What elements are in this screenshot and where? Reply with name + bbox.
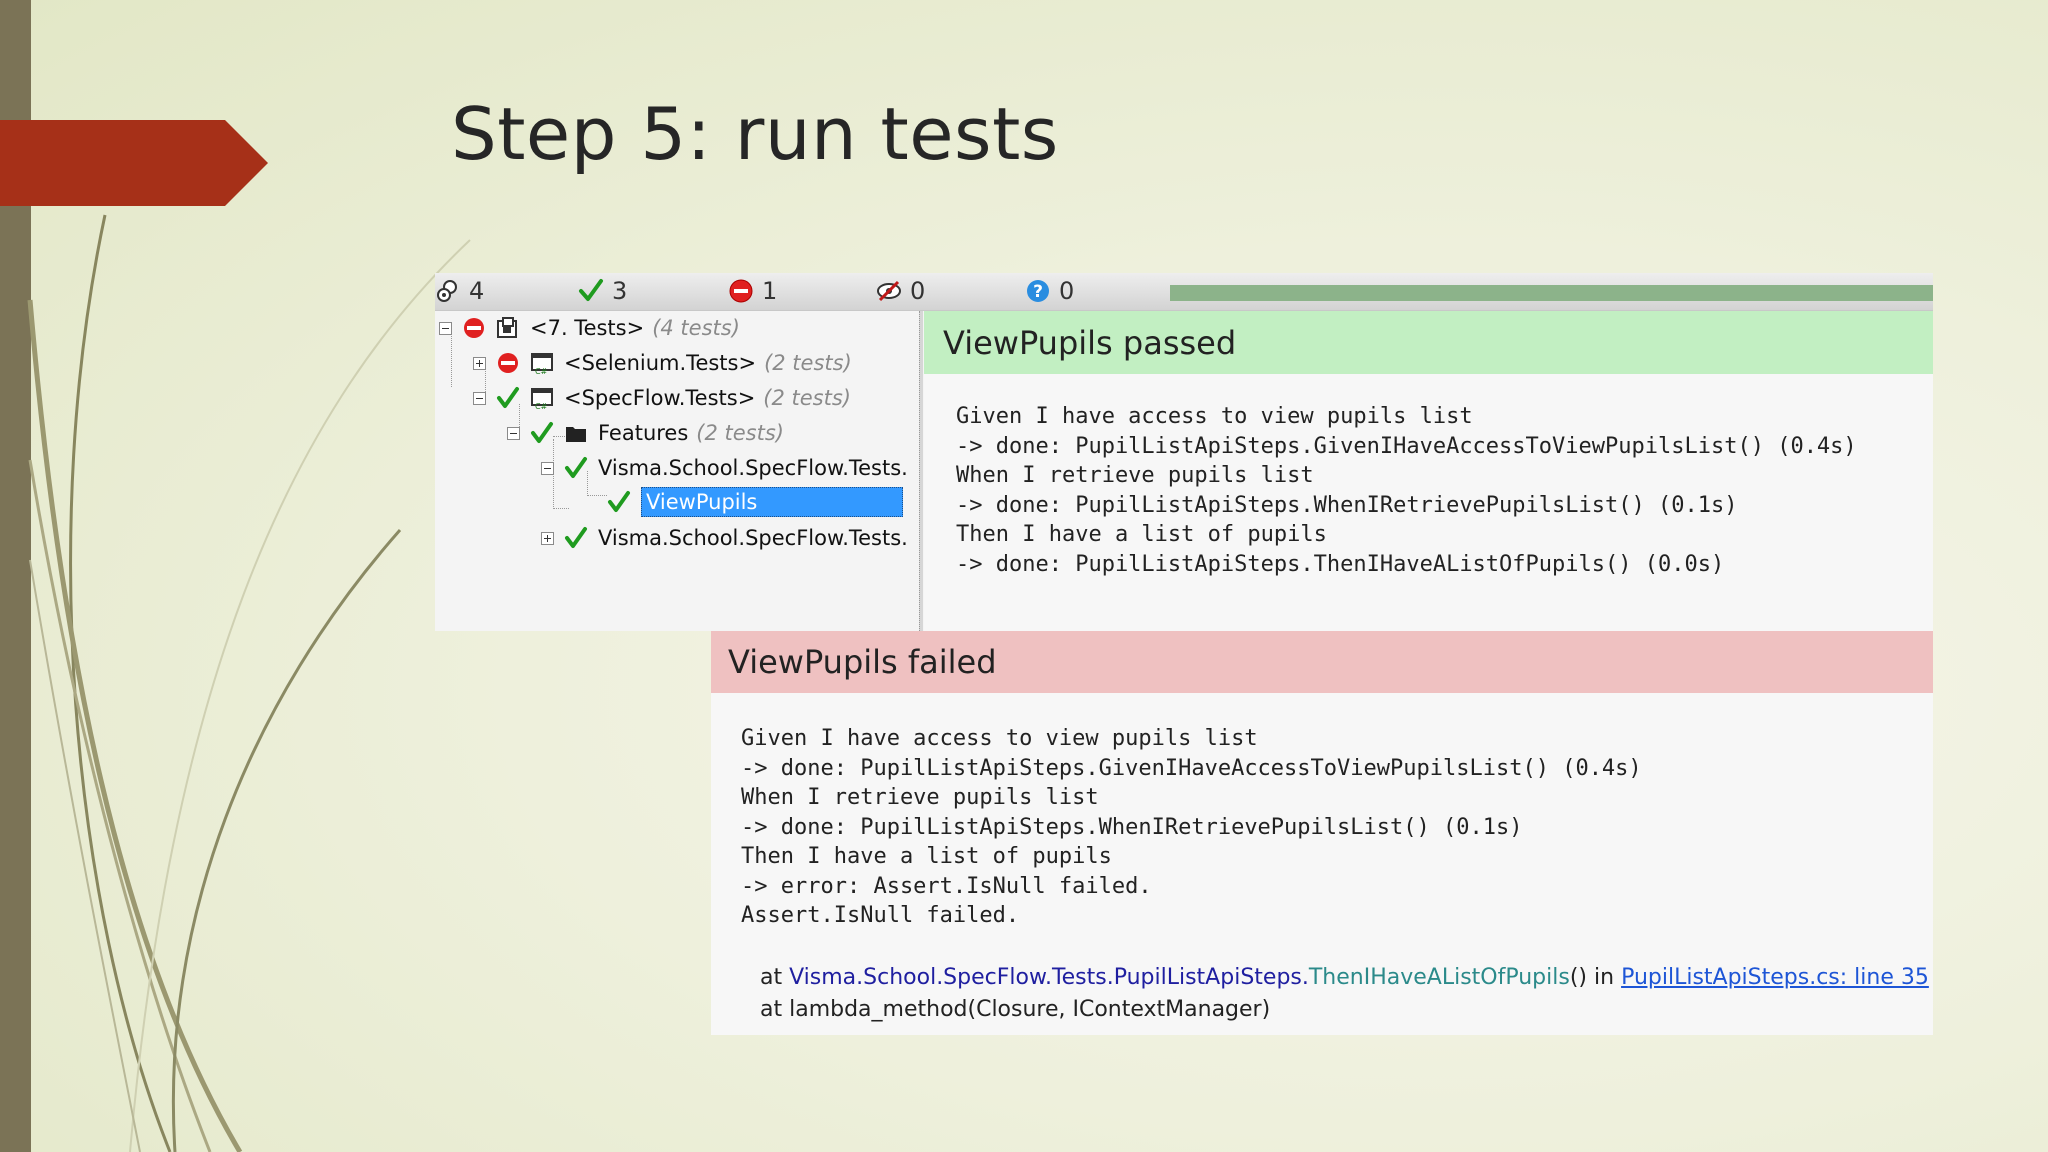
check-icon (565, 457, 587, 478)
expand-toggle-icon[interactable] (541, 531, 554, 545)
title-arrow-banner (0, 120, 268, 206)
tree-node-count: (4 tests) (652, 316, 740, 340)
passed-result-panel: ViewPupils passed Given I have access to… (924, 311, 1933, 631)
passed-step-line: -> done: PupilListApiSteps.WhenIRetrieve… (956, 492, 1738, 518)
panel-splitter[interactable] (919, 311, 923, 631)
tree-node-viewpupils[interactable]: ViewPupils (607, 487, 903, 517)
solution-icon (497, 317, 517, 338)
svg-text:C#: C# (535, 402, 548, 410)
stack-namespace: Visma.School.SpecFlow.Tests.PupilListApi… (789, 965, 1309, 990)
results-toolbar: 4 3 1 0 ? 0 (435, 273, 1933, 311)
tree-node-count: (2 tests) (696, 421, 784, 445)
failed-result-header: ViewPupils failed (711, 631, 1933, 693)
test-tree: <7. Tests> (4 tests) C# <Selenium.Tests>… (435, 311, 919, 631)
passed-tests-counter[interactable]: 3 (578, 277, 627, 305)
collapse-toggle-icon[interactable] (439, 321, 452, 335)
stack-at-prefix: at (760, 965, 790, 990)
passed-step-line: Given I have access to view pupils list (956, 404, 1473, 429)
inconclusive-tests-counter[interactable]: ? 0 (1025, 277, 1074, 305)
stack-trace-line-2: at lambda_method(Closure, IContextManage… (760, 997, 1271, 1022)
inconclusive-tests-value: 0 (1059, 277, 1075, 305)
tree-node-root[interactable]: <7. Tests> (4 tests) (439, 313, 740, 343)
tree-node-specflow-tests[interactable]: C# <SpecFlow.Tests> (2 tests) (473, 383, 851, 413)
check-icon (608, 491, 630, 512)
svg-text:C#: C# (535, 367, 548, 375)
total-tests-value: 4 (469, 277, 485, 305)
passed-step-line: -> done: PupilListApiSteps.ThenIHaveALis… (956, 551, 1725, 577)
failed-tests-counter[interactable]: 1 (728, 277, 777, 305)
tree-node-label-selected: ViewPupils (641, 487, 903, 517)
tree-node-fixture-2[interactable]: Visma.School.SpecFlow.Tests. (541, 523, 908, 553)
ignored-tests-value: 0 (910, 277, 926, 305)
stop-icon (464, 318, 484, 338)
passed-tests-value: 3 (612, 277, 628, 305)
total-tests-icon (437, 280, 457, 302)
check-icon (565, 527, 587, 548)
failed-step-line: -> done: PupilListApiSteps.GivenIHaveAcc… (741, 755, 1642, 781)
collapse-toggle-icon[interactable] (507, 426, 520, 440)
question-icon: ? (1027, 280, 1049, 302)
stack-suffix: () in (1569, 965, 1622, 990)
tree-node-fixture-1[interactable]: Visma.School.SpecFlow.Tests. (541, 453, 908, 483)
run-progress-bar (1170, 285, 1933, 301)
csharp-project-icon: C# (531, 353, 553, 375)
tree-node-features[interactable]: Features (2 tests) (507, 418, 784, 448)
failed-step-line: -> done: PupilListApiSteps.WhenIRetrieve… (741, 814, 1523, 840)
failed-step-line: Assert.IsNull failed. (741, 903, 1020, 928)
failed-result-panel: ViewPupils failed Given I have access to… (711, 631, 1933, 1035)
collapse-toggle-icon[interactable] (541, 461, 554, 475)
svg-text:?: ? (1033, 282, 1043, 302)
tree-node-count: (2 tests) (763, 386, 851, 410)
test-runner-window: 4 3 1 0 ? 0 <7. Tests> (4 tests) C# <Sel… (435, 273, 1933, 631)
passed-step-line: When I retrieve pupils list (956, 463, 1314, 488)
failed-step-line: Given I have access to view pupils list (741, 726, 1258, 751)
tree-node-selenium-tests[interactable]: C# <Selenium.Tests> (2 tests) (473, 348, 852, 378)
failed-step-line: Then I have a list of pupils (741, 844, 1112, 869)
passed-result-header: ViewPupils passed (924, 311, 1933, 374)
passed-step-line: -> done: PupilListApiSteps.GivenIHaveAcc… (956, 433, 1857, 459)
stop-icon (729, 279, 753, 303)
stop-icon (498, 353, 518, 373)
csharp-project-icon: C# (531, 388, 553, 410)
expand-toggle-icon[interactable] (473, 356, 486, 370)
failed-step-output: Given I have access to view pupils list … (741, 724, 1642, 931)
run-progress-fill (1170, 285, 1933, 301)
collapse-toggle-icon[interactable] (473, 391, 486, 405)
ignored-icon (877, 280, 901, 302)
passed-step-line: Then I have a list of pupils (956, 522, 1327, 547)
tree-node-label: <7. Tests> (530, 316, 645, 340)
tree-node-label: <Selenium.Tests> (564, 351, 757, 375)
check-icon (531, 422, 553, 443)
tree-node-label: <SpecFlow.Tests> (564, 386, 756, 410)
check-icon (579, 279, 603, 301)
folder-icon (566, 427, 586, 442)
stack-method: ThenIHaveAListOfPupils (1308, 965, 1570, 990)
passed-step-output: Given I have access to view pupils list … (956, 402, 1857, 579)
failed-tests-value: 1 (762, 277, 778, 305)
slide-title: Step 5: run tests (451, 92, 1059, 176)
failed-step-line: -> error: Assert.IsNull failed. (741, 873, 1152, 899)
tree-node-count: (2 tests) (764, 351, 852, 375)
failed-step-line: When I retrieve pupils list (741, 785, 1099, 810)
tree-node-label: Features (598, 421, 689, 445)
tree-node-label: Visma.School.SpecFlow.Tests. (598, 526, 908, 550)
total-tests-counter[interactable]: 4 (435, 277, 484, 305)
tree-node-label: Visma.School.SpecFlow.Tests. (598, 456, 908, 480)
stack-trace-line-1: at Visma.School.SpecFlow.Tests.PupilList… (760, 965, 1929, 990)
source-file-link[interactable]: PupilListApiSteps.cs: line 35 (1621, 965, 1929, 990)
ignored-tests-counter[interactable]: 0 (876, 277, 925, 305)
check-icon (497, 387, 519, 408)
